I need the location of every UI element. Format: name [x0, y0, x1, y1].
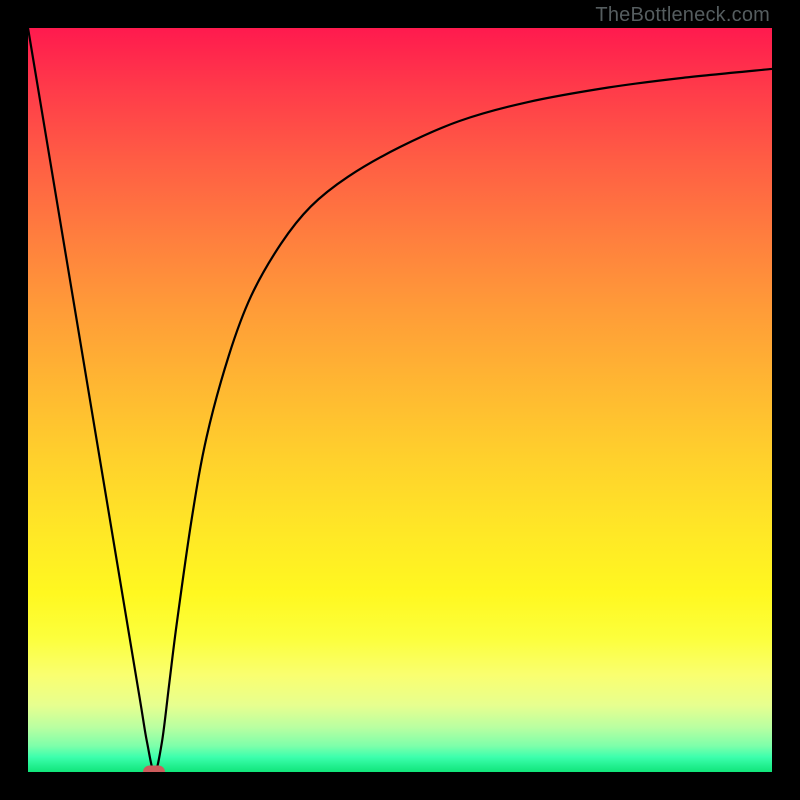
bottleneck-curve [28, 28, 772, 772]
chart-frame: TheBottleneck.com [0, 0, 800, 800]
optimum-marker [143, 766, 165, 773]
plot-area [28, 28, 772, 772]
watermark-text: TheBottleneck.com [595, 4, 770, 27]
